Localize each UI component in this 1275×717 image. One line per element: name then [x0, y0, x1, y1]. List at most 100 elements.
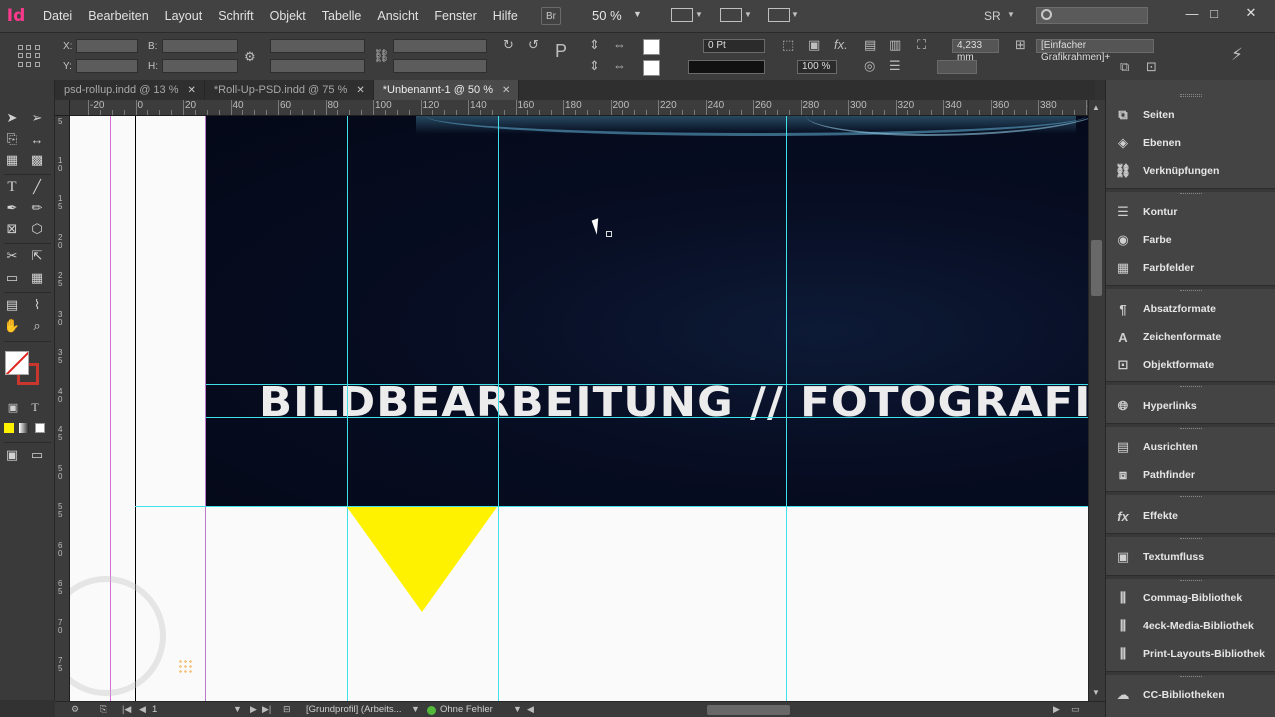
pencil-tool-icon[interactable]: ✏	[28, 199, 46, 217]
yellow-triangle-shape[interactable]	[347, 507, 497, 612]
horizontal-guide[interactable]	[206, 417, 1088, 418]
select-next-icon[interactable]: ⇔	[613, 59, 626, 73]
arrange-documents-icon[interactable]	[768, 8, 790, 22]
chevron-down-icon[interactable]: ▼	[633, 9, 642, 19]
vertical-scrollbar[interactable]	[1088, 100, 1105, 701]
menu-tabelle[interactable]: Tabelle	[314, 9, 370, 23]
scroll-down-icon[interactable]: ▼	[1092, 688, 1100, 697]
panel-item-verknuepfungen[interactable]: ⛓ Verknüpfungen	[1112, 161, 1220, 181]
bridge-button[interactable]: Br	[541, 7, 561, 25]
panel-item-zeichenformate[interactable]: A Zeichenformate	[1112, 327, 1221, 347]
close-icon[interactable]: ✕	[1240, 4, 1262, 22]
selection-tool-icon[interactable]: ➤	[3, 109, 21, 127]
select-previous-icon[interactable]: ⇕	[589, 59, 600, 73]
y-position-field[interactable]	[76, 59, 138, 73]
apply-none-swatch[interactable]	[35, 423, 45, 433]
panel-item-kontur[interactable]: ☰ Kontur	[1112, 202, 1177, 222]
menu-bearbeiten[interactable]: Bearbeiten	[80, 9, 156, 23]
last-page-icon[interactable]: ▶|	[262, 704, 271, 715]
panel-item-cc-bibliotheken[interactable]: ☁ CC-Bibliotheken	[1112, 685, 1225, 705]
flip-icon[interactable]: P	[555, 42, 567, 60]
chevron-down-icon[interactable]: ▼	[233, 704, 242, 714]
maximize-icon[interactable]: □	[1203, 4, 1225, 22]
object-style-select[interactable]: [Einfacher Grafikrahmen]+	[1036, 39, 1154, 63]
formatting-text-icon[interactable]: T	[26, 398, 44, 416]
line-tool-icon[interactable]: ╱	[28, 178, 46, 196]
preview-icon[interactable]: ⚙	[71, 704, 79, 715]
tab-roll-up-psd[interactable]: *Roll-Up-PSD.indd @ 75 % ✕	[205, 80, 374, 100]
quick-apply-icon[interactable]: ⚡	[1231, 46, 1243, 63]
panel-item-hyperlinks[interactable]: 🌐︎ Hyperlinks	[1112, 396, 1197, 416]
split-view-icon[interactable]: ▭	[1071, 704, 1080, 715]
chevron-down-icon[interactable]: ▼	[791, 10, 799, 19]
vertical-ruler[interactable]: 5 1 0 1 5 2 0 2 5 3 0 3 5 4 0 4 5 5 0 5 5 6 0 6 5 7 0…	[55, 116, 70, 701]
stroke-swatch-none[interactable]	[643, 60, 660, 76]
free-transform-tool-icon[interactable]: ⇱	[28, 247, 46, 265]
gradient-feather-tool-icon[interactable]: ▦	[28, 269, 46, 287]
headline-text[interactable]: BILDBEARBEITUNG // FOTOGRAFIE /	[259, 378, 1088, 426]
chevron-down-icon[interactable]: ▼	[411, 704, 420, 714]
direct-selection-tool-icon[interactable]: ➢	[28, 109, 46, 127]
rotate-cw-icon[interactable]: ↻	[503, 38, 514, 52]
next-page-icon[interactable]: ▶	[250, 704, 257, 715]
scroll-right-icon[interactable]: ▶	[1053, 704, 1060, 715]
content-placer-icon[interactable]: ▩	[28, 151, 46, 169]
preflight-profile[interactable]: [Grundprofil] (Arbeits...	[306, 704, 402, 715]
fit-content-icon[interactable]: ▤	[864, 38, 876, 52]
opacity-field[interactable]: 100 %	[797, 60, 837, 74]
menu-objekt[interactable]: Objekt	[262, 9, 314, 23]
content-collector-icon[interactable]: ▦	[3, 151, 21, 169]
note-tool-icon[interactable]: ▤	[3, 296, 21, 314]
type-tool-icon[interactable]: T	[3, 178, 21, 196]
vertical-guide[interactable]	[786, 116, 787, 701]
open-page-icon[interactable]: ⎘	[100, 704, 107, 715]
width-field[interactable]	[162, 39, 238, 53]
vertical-scroll-thumb[interactable]	[1091, 240, 1102, 296]
auto-fit-icon[interactable]: ⛶	[917, 38, 926, 52]
menu-fenster[interactable]: Fenster	[426, 9, 484, 23]
clear-overrides-icon[interactable]: ⧉	[1120, 60, 1129, 74]
menu-layout[interactable]: Layout	[157, 9, 211, 23]
close-icon[interactable]: ✕	[502, 85, 510, 96]
chevron-down-icon[interactable]: ▼	[513, 704, 522, 714]
tab-unbenannt-1[interactable]: *Unbenannt-1 @ 50 % ✕	[373, 80, 520, 100]
normal-view-icon[interactable]: ▣	[3, 446, 21, 464]
select-content-icon[interactable]: ⇔	[613, 38, 626, 52]
page-number-field[interactable]: 1	[152, 704, 157, 715]
select-container-icon[interactable]: ⇕	[589, 38, 600, 52]
minimize-icon[interactable]: —	[1181, 4, 1203, 22]
vertical-guide[interactable]	[347, 116, 348, 701]
dock-grip[interactable]	[1180, 94, 1202, 97]
zoom-level-display[interactable]: 50 %	[592, 8, 622, 23]
panel-item-objektformate[interactable]: ⊡ Objektformate	[1112, 355, 1215, 375]
panel-item-4eck-media-bibliothek[interactable]: ⫼ 4eck-Media-Bibliothek	[1112, 616, 1254, 636]
screen-mode-icon[interactable]	[720, 8, 742, 22]
frame-fitting-icon[interactable]: ⬚	[782, 38, 794, 52]
tab-psd-rollup[interactable]: psd-rollup.indd @ 13 % ✕	[55, 80, 205, 100]
previous-page-icon[interactable]: ◀	[139, 704, 146, 715]
vertical-guide[interactable]	[498, 116, 499, 701]
panel-item-pathfinder[interactable]: ⧈ Pathfinder	[1112, 465, 1195, 485]
close-icon[interactable]: ✕	[188, 85, 196, 96]
scroll-left-icon[interactable]: ◀	[527, 704, 534, 715]
frame-options-icon[interactable]: ⊡	[1146, 60, 1157, 74]
apply-gradient-swatch[interactable]	[19, 423, 29, 433]
polygon-tool-icon[interactable]: ⬡	[28, 220, 46, 238]
panel-item-seiten[interactable]: ⧉ Seiten	[1112, 105, 1174, 125]
ruler-origin[interactable]	[55, 100, 70, 116]
search-input[interactable]	[1036, 7, 1148, 24]
close-icon[interactable]: ✕	[356, 85, 364, 96]
panel-item-textumfluss[interactable]: ▣ Textumfluss	[1112, 547, 1204, 567]
center-content-icon[interactable]: ◎	[864, 59, 875, 73]
panel-item-absatzformate[interactable]: ¶ Absatzformate	[1112, 299, 1216, 319]
scale-y-field[interactable]	[270, 59, 365, 73]
menu-hilfe[interactable]: Hilfe	[485, 9, 526, 23]
page-options-icon[interactable]: ⊟	[283, 704, 291, 715]
object-style-icon[interactable]: ⊞	[1015, 38, 1026, 52]
view-options-icon[interactable]	[671, 8, 693, 22]
gradient-swatch-tool-icon[interactable]: ▭	[3, 269, 21, 287]
corner-shape-select[interactable]	[937, 60, 977, 74]
first-page-icon[interactable]: |◀	[122, 704, 131, 715]
stroke-type-select[interactable]	[688, 60, 765, 74]
zoom-tool-icon[interactable]: ⌕	[28, 317, 46, 335]
